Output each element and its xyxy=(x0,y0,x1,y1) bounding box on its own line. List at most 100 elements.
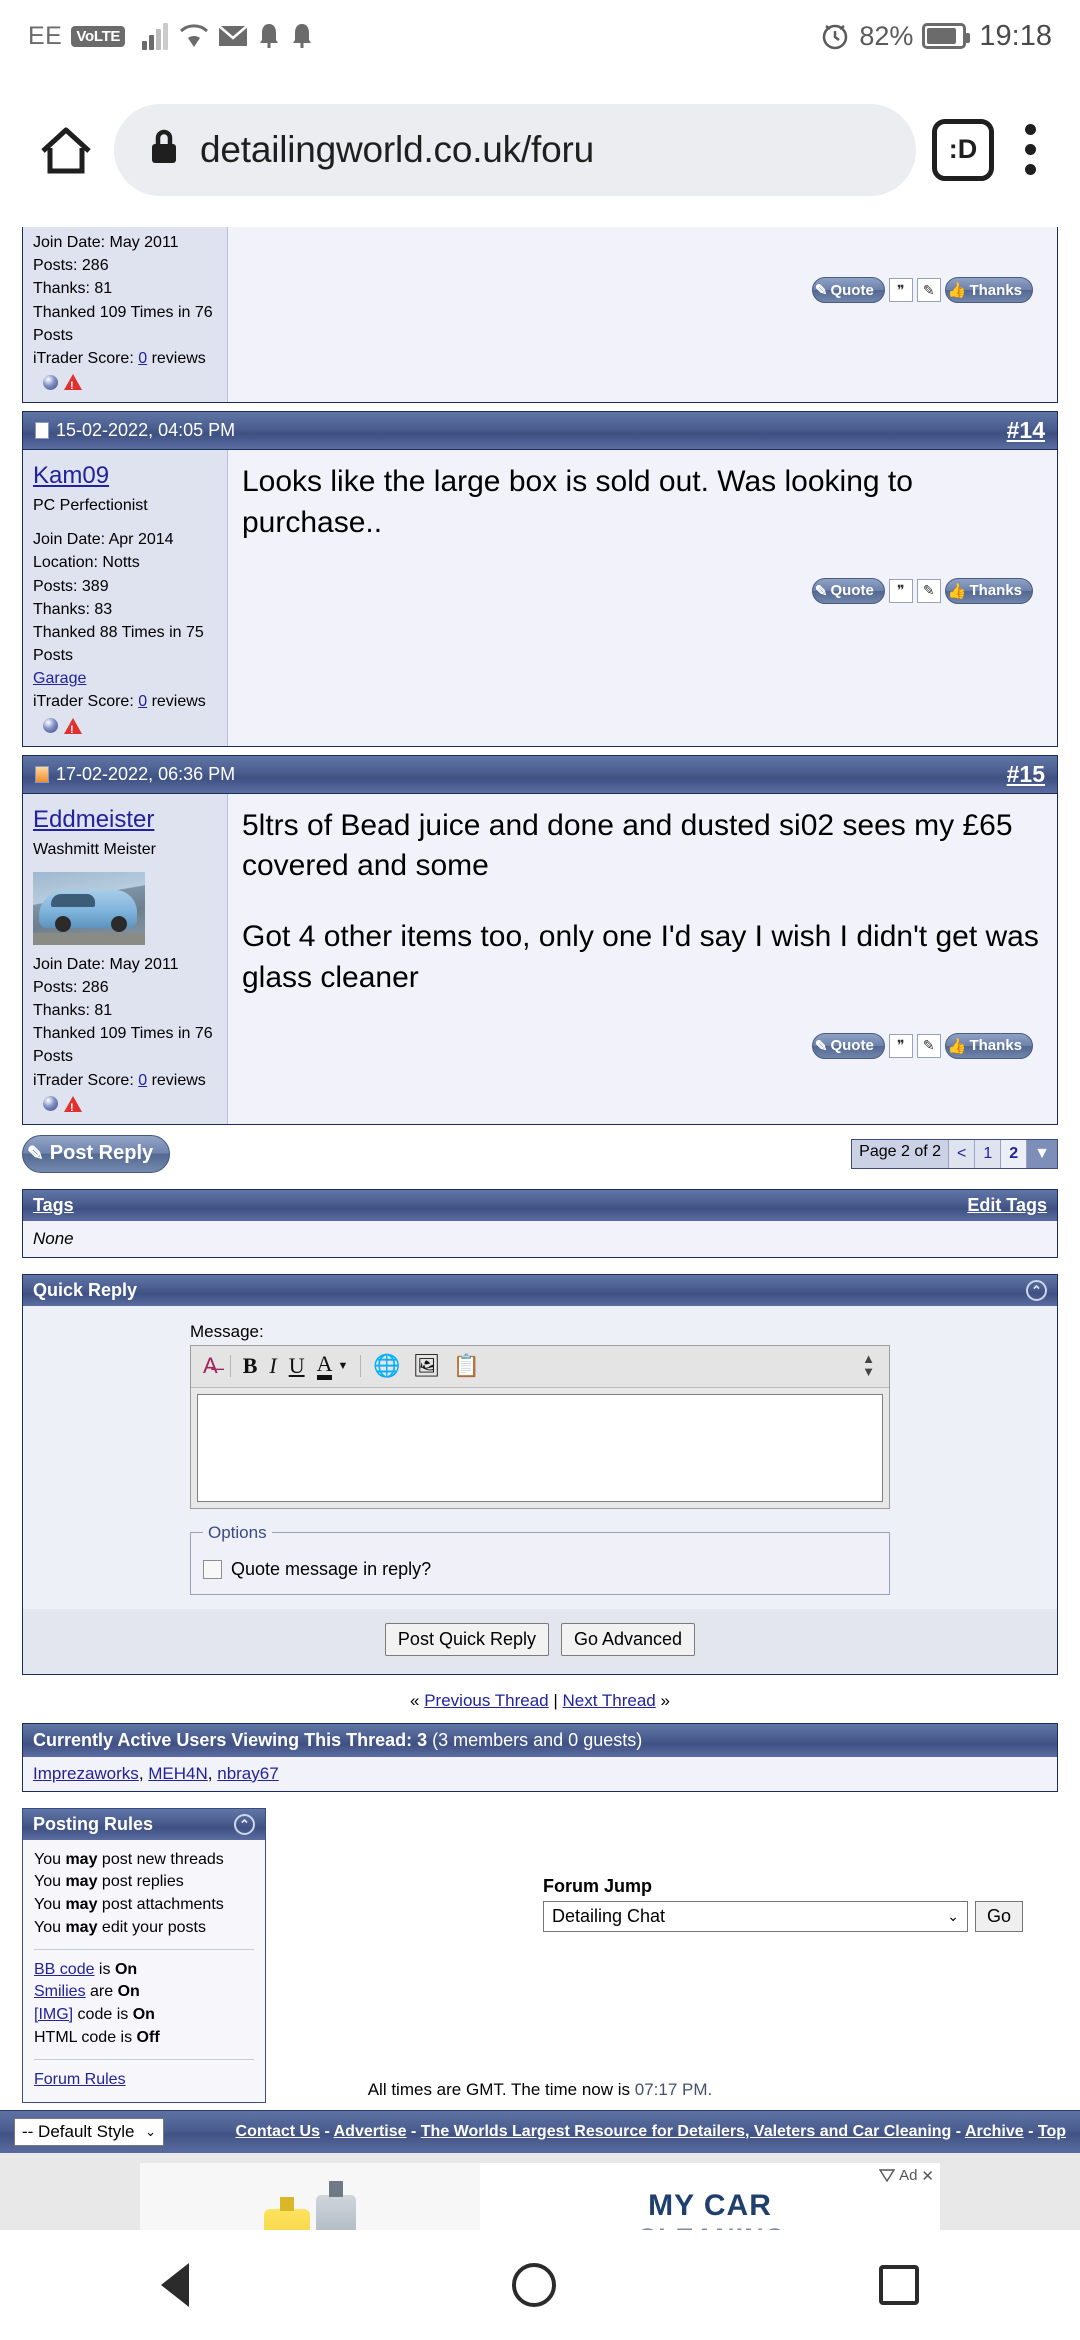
close-icon[interactable]: ✕ xyxy=(921,2167,934,2185)
insert-image-icon[interactable]: 🖼 xyxy=(413,1355,441,1377)
active-user-link[interactable]: MEH4N xyxy=(148,1764,208,1783)
thumbs-up-icon: 👍 xyxy=(947,282,967,299)
tags-title[interactable]: Tags xyxy=(33,1195,74,1216)
garage-link[interactable]: Garage xyxy=(33,670,86,687)
itrader-link[interactable]: 0 xyxy=(138,350,147,367)
chevron-down-icon: ⌄ xyxy=(145,2123,156,2139)
collapse-icon[interactable]: ⌃ xyxy=(234,1813,255,1835)
top-link[interactable]: Top xyxy=(1038,2123,1066,2140)
previous-thread-link[interactable]: Previous Thread xyxy=(424,1691,548,1710)
quote-message-checkbox[interactable] xyxy=(203,1559,222,1579)
multiquote-icon[interactable]: ❞ xyxy=(888,578,913,603)
pager-page-2[interactable]: 2 xyxy=(1000,1139,1027,1168)
code-mid: is xyxy=(94,1960,115,1978)
remove-formatting-icon[interactable]: A̶ xyxy=(203,1355,218,1377)
report-post-icon[interactable] xyxy=(64,1095,82,1116)
tags-header: Tags Edit Tags xyxy=(23,1189,1057,1221)
font-color-icon[interactable]: A xyxy=(316,1352,333,1380)
tags-section: Tags Edit Tags None xyxy=(22,1188,1058,1258)
code-line: HTML code is Off xyxy=(34,2027,254,2050)
report-post-icon[interactable] xyxy=(64,717,82,738)
webpage-viewport[interactable]: Join Date: May 2011 Posts: 286 Thanks: 8… xyxy=(0,227,1080,2340)
advertise-link[interactable]: Advertise xyxy=(334,2123,407,2140)
message-textarea[interactable] xyxy=(197,1393,883,1502)
kebab-menu-icon[interactable] xyxy=(1010,124,1050,175)
forum-jump-go-button[interactable]: Go xyxy=(974,1900,1023,1932)
recents-square-icon[interactable] xyxy=(878,2265,919,2305)
forum-jump: Forum Jump Detailing Chat ⌄ Go xyxy=(543,1876,1023,1932)
img-code-link[interactable]: [IMG] xyxy=(34,2006,73,2023)
site-footer-bar: -- Default Style ⌄ Contact Us - Advertis… xyxy=(0,2109,1080,2153)
ad-title-line1: MY CAR xyxy=(648,2189,772,2223)
active-user-link[interactable]: Imprezaworks xyxy=(33,1764,139,1783)
pager-page-1[interactable]: 1 xyxy=(974,1139,1000,1168)
user-title: Washmitt Meister xyxy=(33,840,156,858)
post-reply-button[interactable]: ✎ Post Reply xyxy=(22,1134,171,1173)
perm-pre: You xyxy=(34,1873,66,1891)
active-users-section: Currently Active Users Viewing This Thre… xyxy=(22,1722,1058,1792)
tab-counter-button[interactable]: :D xyxy=(932,118,994,181)
go-advanced-button[interactable]: Go Advanced xyxy=(560,1622,696,1656)
next-thread-link[interactable]: Next Thread xyxy=(563,1691,656,1710)
quote-button[interactable]: ✎ Quote xyxy=(811,1032,885,1059)
post-number-link[interactable]: #15 xyxy=(1007,761,1045,788)
battery-icon xyxy=(922,23,971,49)
username-link[interactable]: Kam09 xyxy=(33,458,219,494)
quote-button[interactable]: ✎ Quote xyxy=(811,577,885,604)
user-stat: Posts: 286 xyxy=(33,257,109,275)
post-content: 5ltrs of Bead juice and done and dusted … xyxy=(228,793,1057,1124)
pager-prev[interactable]: < xyxy=(948,1139,974,1168)
thumbs-up-icon: 👍 xyxy=(947,1037,967,1055)
bold-icon[interactable]: B xyxy=(243,1355,258,1377)
archive-link[interactable]: Archive xyxy=(965,2123,1024,2140)
contact-us-link[interactable]: Contact Us xyxy=(236,2123,320,2140)
resource-link[interactable]: The Worlds Largest Resource for Detailer… xyxy=(421,2123,952,2140)
home-circle-icon[interactable] xyxy=(511,2263,556,2307)
lock-icon xyxy=(148,128,180,171)
editor-resize-handle[interactable]: ▲ ▼ xyxy=(862,1352,875,1378)
insert-quote-icon[interactable]: 📋 xyxy=(453,1355,480,1377)
itrader-link[interactable]: 0 xyxy=(138,1072,147,1089)
smilies-link[interactable]: Smilies xyxy=(34,1983,86,2000)
edit-tags-link[interactable]: Edit Tags xyxy=(967,1195,1047,1216)
itrader-prefix: iTrader Score: xyxy=(33,693,139,711)
quote-button[interactable]: ✎ Quote xyxy=(811,277,885,303)
italic-icon[interactable]: I xyxy=(269,1355,276,1377)
gmt-time: 07:17 PM. xyxy=(634,2079,713,2099)
message-label: Message: xyxy=(190,1321,264,1341)
chevron-down-icon[interactable]: ▼ xyxy=(337,1360,348,1372)
post-quick-reply-button[interactable]: Post Quick Reply xyxy=(384,1622,549,1656)
edit-icon[interactable]: ✎ xyxy=(916,278,941,302)
home-icon[interactable] xyxy=(34,118,98,182)
address-bar[interactable]: detailingworld.co.uk/foru xyxy=(114,103,916,196)
active-user-link[interactable]: nbray67 xyxy=(217,1764,278,1783)
post-content: ✎ Quote ❞ ✎ 👍 Thanks xyxy=(228,227,1057,403)
insert-link-icon[interactable]: 🌐 xyxy=(373,1355,400,1377)
itrader-link[interactable]: 0 xyxy=(138,693,147,710)
user-title: PC Perfectionist xyxy=(33,497,148,515)
thanks-button[interactable]: 👍 Thanks xyxy=(944,1032,1033,1059)
thanks-button[interactable]: 👍 Thanks xyxy=(944,577,1033,604)
forum-rules-link[interactable]: Forum Rules xyxy=(34,2071,126,2088)
thanks-button[interactable]: 👍 Thanks xyxy=(944,277,1033,303)
forum-jump-select[interactable]: Detailing Chat ⌄ xyxy=(543,1900,968,1932)
ad-label-text: Ad xyxy=(899,2167,918,2185)
pager-dropdown-icon[interactable]: ▼ xyxy=(1026,1139,1057,1168)
post-header: 17-02-2022, 06:36 PM #15 xyxy=(22,754,1058,793)
browser-toolbar: detailingworld.co.uk/foru :D xyxy=(0,72,1080,227)
underline-icon[interactable]: U xyxy=(289,1355,305,1377)
bbcode-link[interactable]: BB code xyxy=(34,1961,94,1978)
multiquote-icon[interactable]: ❞ xyxy=(888,1033,913,1058)
edit-icon[interactable]: ✎ xyxy=(916,578,941,603)
post-number-link[interactable]: #14 xyxy=(1007,417,1045,444)
style-chooser[interactable]: -- Default Style ⌄ xyxy=(14,2117,164,2146)
adchoices-icon xyxy=(879,2169,896,2183)
username-link[interactable]: Eddmeister xyxy=(33,802,219,838)
report-post-icon[interactable] xyxy=(64,374,82,395)
multiquote-icon[interactable]: ❞ xyxy=(888,278,913,302)
back-icon[interactable] xyxy=(161,2263,190,2307)
edit-icon[interactable]: ✎ xyxy=(916,1033,941,1058)
perm-post: post replies xyxy=(97,1873,184,1891)
perm-pre: You xyxy=(34,1850,66,1868)
collapse-icon[interactable]: ⌃ xyxy=(1026,1279,1047,1301)
